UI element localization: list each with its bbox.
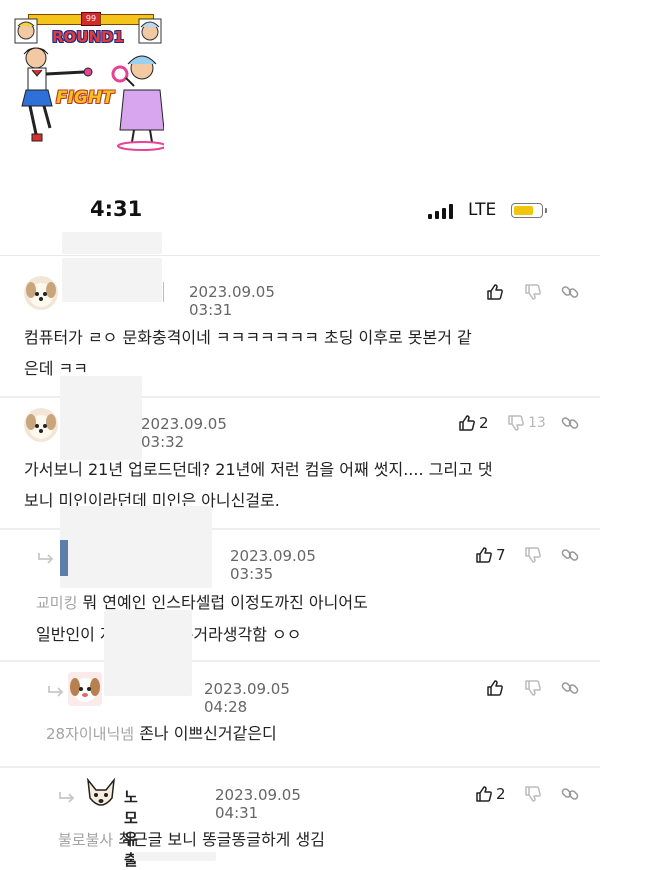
like-button[interactable]	[486, 679, 504, 697]
comment-text-line: 존나 이쁘신거같은디	[139, 724, 277, 743]
comment-text: 컴퓨터가 ㄹㅇ 문화충격이네 ㅋㅋㅋㅋㅋㅋㅋ 초딩 이후로 못본거 같 은데 ㅋ…	[24, 322, 594, 384]
thumbs-down-icon	[525, 680, 541, 696]
comment-text-line: 최근글 보니 똥글똥글하게 생김	[118, 830, 325, 849]
comment-text-line: 28자이내닉넴 존나 이쁘신거같은디	[46, 718, 616, 750]
like-count: 2	[496, 785, 506, 803]
blurred-username	[62, 258, 162, 302]
dislike-button[interactable]	[524, 679, 542, 697]
comment-divider	[0, 766, 600, 768]
blurred-region	[134, 852, 216, 861]
thumbs-up-icon	[487, 284, 503, 300]
thumbs-up-icon	[476, 786, 492, 802]
battery-cap	[545, 208, 547, 213]
game-banner-sticker: 99 ROUND1 FIGHT	[14, 8, 164, 153]
share-link-button[interactable]	[560, 282, 580, 302]
share-link-button[interactable]	[560, 678, 580, 698]
comment-text-line: 가서보니 21년 업로드던데? 21년에 저런 컴을 어째 썻지.... 그리고…	[24, 460, 493, 479]
network-type: LTE	[468, 200, 497, 220]
link-icon	[561, 286, 579, 298]
avatar	[68, 672, 102, 706]
list-top-divider	[0, 255, 600, 256]
reply-arrow-icon	[59, 792, 75, 803]
fighter-left-portrait-icon	[14, 18, 38, 44]
like-button[interactable]: 2	[458, 414, 489, 432]
like-button[interactable]: 2	[475, 785, 506, 803]
comment-date: 2023.09.05 03:35	[230, 547, 316, 583]
blurred-region	[62, 232, 162, 254]
blurred-username	[60, 506, 212, 588]
fight-label: FIGHT	[56, 88, 114, 108]
avatar	[24, 408, 58, 442]
comment-date: 2023.09.05 03:31	[189, 283, 275, 319]
comment-date: 2023.09.05 04:28	[204, 680, 290, 716]
like-button[interactable]	[486, 283, 504, 301]
link-icon	[561, 788, 579, 800]
thumbs-up-icon	[459, 415, 475, 431]
comment-date: 2023.09.05 04:31	[215, 786, 301, 822]
comment-text: 28자이내닉넴 존나 이쁘신거같은디	[46, 718, 616, 750]
dislike-button[interactable]	[524, 546, 542, 564]
like-count: 7	[496, 546, 506, 564]
round-timer: 99	[81, 12, 101, 26]
battery-level	[514, 206, 533, 215]
link-icon	[561, 682, 579, 694]
avatar	[24, 276, 58, 310]
round-label: ROUND1	[52, 28, 124, 46]
dislike-count: 13	[528, 415, 546, 431]
like-button[interactable]: 7	[475, 546, 506, 564]
avatar	[84, 778, 118, 812]
reply-to-nickname[interactable]: 28자이내닉넴	[46, 725, 134, 743]
avatar	[60, 540, 68, 576]
dislike-button[interactable]: 13	[507, 414, 546, 432]
like-count: 2	[479, 414, 489, 432]
comment-divider	[0, 660, 600, 662]
signal-bars-icon	[428, 204, 454, 219]
share-link-button[interactable]	[560, 784, 580, 804]
status-time: 4:31	[90, 197, 143, 221]
dislike-button[interactable]	[524, 283, 542, 301]
reply-to-nickname[interactable]: 교미킹	[36, 594, 77, 612]
blurred-username	[60, 376, 142, 460]
link-icon	[561, 417, 579, 429]
reply-arrow-icon	[38, 553, 54, 564]
link-icon	[561, 549, 579, 561]
thumbs-down-icon	[525, 284, 541, 300]
comment-date: 2023.09.05 03:32	[141, 415, 227, 451]
battery-icon	[511, 203, 543, 218]
thumbs-up-icon	[476, 547, 492, 563]
fighter-right-portrait-icon	[138, 18, 162, 44]
share-link-button[interactable]	[560, 545, 580, 565]
comment-text-line: 컴퓨터가 ㄹㅇ 문화충격이네 ㅋㅋㅋㅋㅋㅋㅋ 초딩 이후로 못본거 같	[24, 328, 472, 347]
blurred-username	[104, 610, 192, 696]
dislike-button[interactable]	[524, 785, 542, 803]
thumbs-up-icon	[487, 680, 503, 696]
thumbs-down-icon	[525, 786, 541, 802]
username-divider	[163, 282, 164, 302]
reply-to-nickname[interactable]: 불로불사	[58, 831, 113, 849]
share-link-button[interactable]	[560, 413, 580, 433]
thumbs-down-icon	[525, 547, 541, 563]
reply-arrow-icon	[48, 686, 64, 697]
thumbs-down-icon	[508, 415, 524, 431]
